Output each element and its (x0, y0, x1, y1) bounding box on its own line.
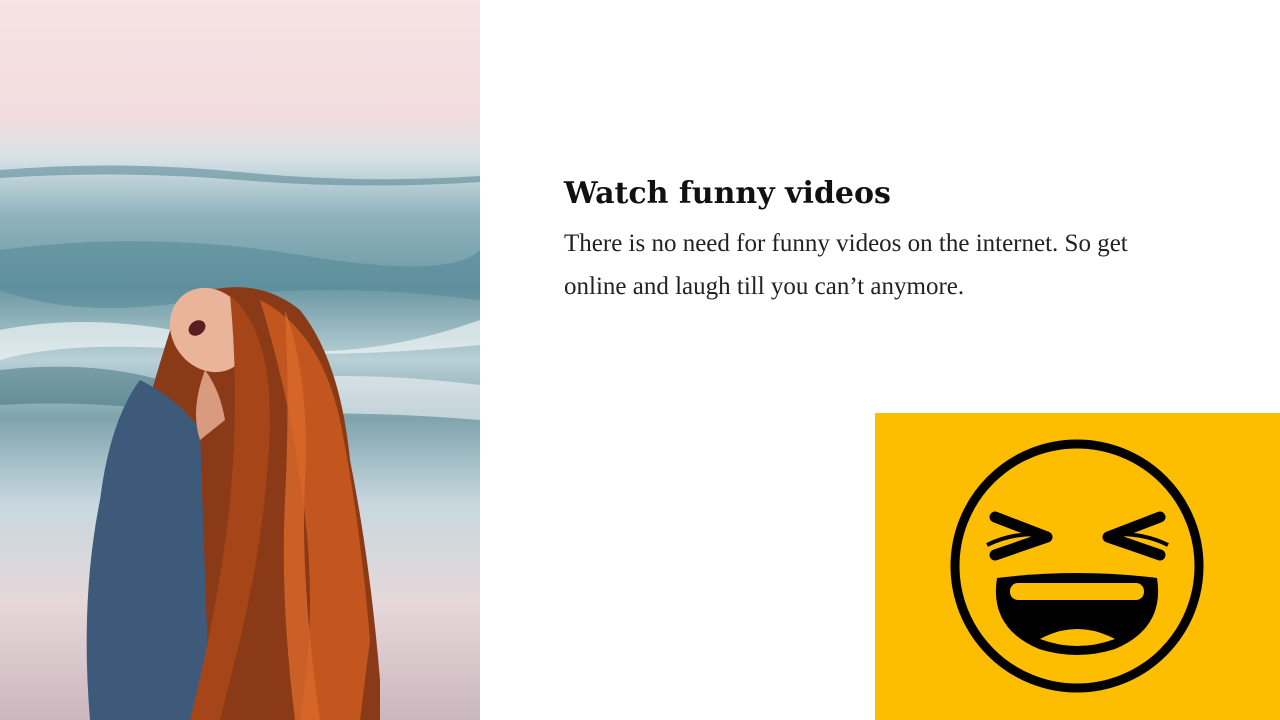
laughing-face-icon (950, 439, 1204, 693)
slide-body-text: There is no need for funny videos on the… (564, 230, 1128, 300)
emoji-panel (875, 413, 1280, 720)
slide: Watch funny videos There is no need for … (0, 0, 1280, 720)
photo-illustration (0, 165, 480, 720)
slide-title: Watch funny videos (564, 176, 891, 211)
laughing-woman-beach-photo (0, 0, 480, 720)
